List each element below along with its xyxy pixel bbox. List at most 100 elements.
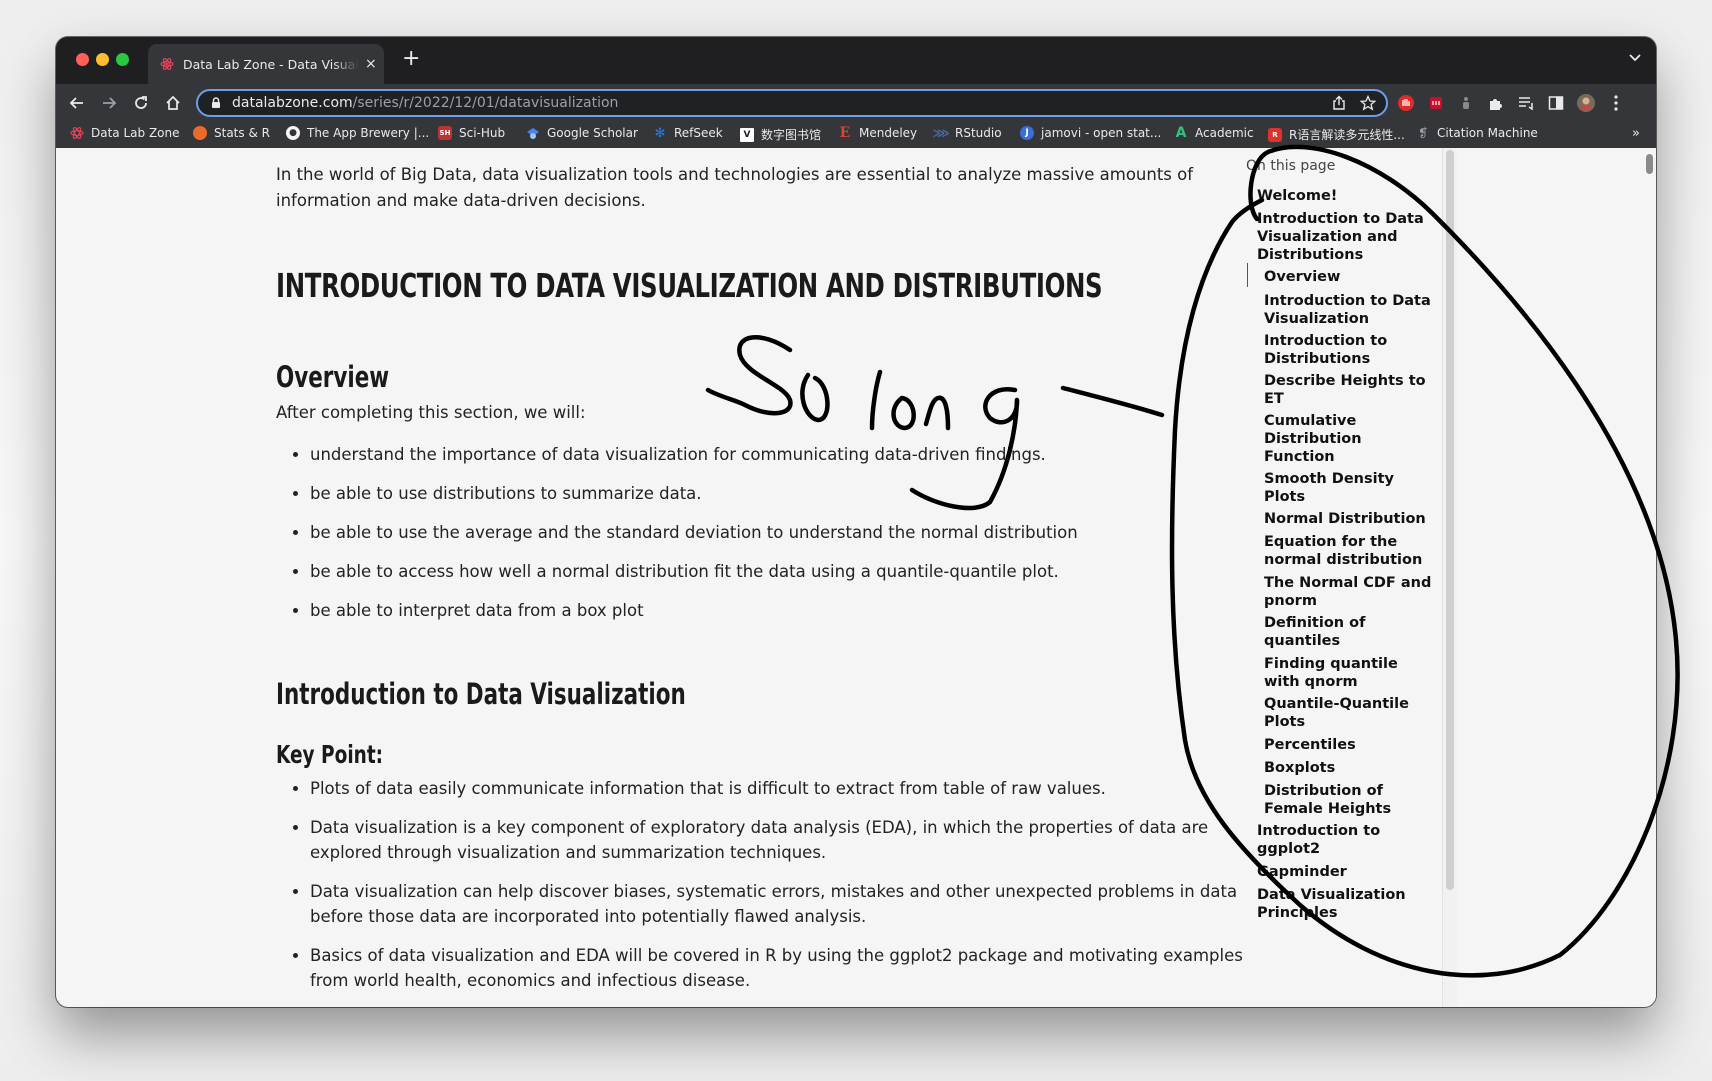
bookmark-stats-r[interactable]: Stats & R bbox=[193, 126, 270, 140]
academic-icon: A bbox=[1175, 125, 1187, 141]
toc-item-ggplot2[interactable]: Introduction to ggplot2 bbox=[1257, 822, 1432, 858]
bookmark-label: 数字图书馆 bbox=[761, 128, 822, 142]
profile-avatar-icon[interactable] bbox=[1576, 93, 1596, 113]
toc-item-quantiles[interactable]: Definition of quantiles bbox=[1264, 614, 1432, 650]
toc-item-normal-equation[interactable]: Equation for the normal distribution bbox=[1264, 533, 1432, 569]
bookmark-label: Citation Machine bbox=[1437, 126, 1538, 140]
toc-item-cdf[interactable]: Cumulative Distribution Function bbox=[1264, 412, 1432, 466]
home-icon bbox=[166, 95, 180, 110]
toc-item-normal-distribution[interactable]: Normal Distribution bbox=[1264, 510, 1432, 528]
bookmark-label: Sci-Hub bbox=[459, 126, 506, 140]
toc-item-intro-dv-distributions[interactable]: Introduction to Data Visualization and D… bbox=[1257, 210, 1432, 264]
overview-heading: Overview bbox=[276, 360, 390, 394]
list-item: be able to interpret data from a box plo… bbox=[310, 598, 1290, 623]
toc-scrollbar[interactable] bbox=[1442, 148, 1457, 1007]
overview-lead: After completing this section, we will: bbox=[276, 403, 586, 422]
scholar-icon bbox=[526, 126, 540, 140]
bookmark-label: RefSeek bbox=[674, 126, 723, 140]
toc-item-heights-et[interactable]: Describe Heights to ET bbox=[1264, 372, 1432, 408]
puzzle-extensions-icon[interactable] bbox=[1486, 93, 1506, 113]
page-title: INTRODUCTION TO DATA VISUALIZATION AND D… bbox=[276, 266, 1103, 305]
bookmark-jamovi[interactable]: J jamovi - open stat... bbox=[1020, 126, 1161, 140]
close-window-button[interactable] bbox=[76, 53, 89, 66]
bookmark-digital-library[interactable]: V 数字图书馆 bbox=[740, 126, 821, 143]
list-item: Basics of data visualization and EDA wil… bbox=[310, 943, 1270, 993]
bookmark-mendeley[interactable]: E Mendeley bbox=[838, 125, 918, 141]
r-icon: R bbox=[1268, 127, 1282, 142]
page-scrollbar[interactable] bbox=[1644, 148, 1656, 1007]
bookmark-label: RStudio bbox=[955, 126, 1002, 140]
close-tab-icon[interactable]: × bbox=[365, 56, 377, 72]
url-host: datalabzone.com bbox=[232, 95, 353, 111]
reading-list-icon[interactable] bbox=[1516, 93, 1536, 113]
toc-item-qq-plots[interactable]: Quantile-Quantile Plots bbox=[1264, 695, 1432, 731]
bookmark-citation-machine[interactable]: ❡ Citation Machine bbox=[1416, 126, 1538, 140]
toc-item-overview[interactable]: Overview bbox=[1264, 268, 1432, 286]
bookmark-label: jamovi - open stat... bbox=[1041, 126, 1162, 140]
toc-item-intro-dv[interactable]: Introduction to Data Visualization bbox=[1264, 292, 1432, 328]
bookmark-label: The App Brewery |... bbox=[307, 126, 430, 140]
reload-button[interactable] bbox=[130, 92, 152, 114]
toc-item-welcome[interactable]: Welcome! bbox=[1257, 187, 1432, 205]
forward-button[interactable] bbox=[98, 92, 120, 114]
bookmark-star-icon[interactable] bbox=[1360, 95, 1376, 111]
bookmark-sci-hub[interactable]: SH Sci-Hub bbox=[438, 126, 505, 140]
bookmark-label: Google Scholar bbox=[547, 126, 638, 140]
toc-item-intro-distributions[interactable]: Introduction to Distributions bbox=[1264, 332, 1432, 368]
tab-active[interactable]: Data Lab Zone - Data Visualization × bbox=[148, 44, 384, 84]
url-path: /series/r/2022/12/01/datavisualization bbox=[352, 95, 619, 111]
side-panel-icon[interactable] bbox=[1546, 93, 1566, 113]
bookmark-rstudio[interactable]: ⋙ RStudio bbox=[932, 126, 1002, 140]
toc-item-percentiles[interactable]: Percentiles bbox=[1264, 736, 1432, 754]
tab-search-chevron-icon[interactable] bbox=[1628, 53, 1642, 63]
list-item: Data visualization can help discover bia… bbox=[310, 879, 1270, 929]
new-tab-button[interactable]: + bbox=[402, 48, 420, 70]
toc-item-normal-cdf[interactable]: The Normal CDF and pnorm bbox=[1264, 574, 1432, 610]
list-item: be able to use distributions to summariz… bbox=[310, 481, 1290, 506]
home-button[interactable] bbox=[162, 92, 184, 114]
toc-item-female-heights[interactable]: Distribution of Female Heights bbox=[1264, 782, 1432, 818]
toc-item-smooth-density[interactable]: Smooth Density Plots bbox=[1264, 470, 1432, 506]
toc-item-qnorm[interactable]: Finding quantile with qnorm bbox=[1264, 655, 1432, 691]
ublock-extension-icon[interactable] bbox=[1426, 93, 1446, 113]
list-item: Data visualization is a key component of… bbox=[310, 815, 1270, 865]
back-button[interactable] bbox=[66, 92, 88, 114]
share-icon[interactable] bbox=[1332, 95, 1346, 111]
toc-item-dv-principles[interactable]: Data Visualization Principles bbox=[1257, 886, 1432, 922]
toc-item-boxplots[interactable]: Boxplots bbox=[1264, 759, 1432, 777]
bookmark-academic[interactable]: A Academic bbox=[1174, 125, 1254, 141]
hand-extension-icon[interactable] bbox=[1396, 93, 1416, 113]
back-arrow-icon bbox=[69, 97, 83, 109]
list-item: understand the importance of data visual… bbox=[310, 442, 1290, 467]
bookmarks-overflow-icon[interactable]: » bbox=[1632, 126, 1640, 141]
forward-arrow-icon bbox=[103, 97, 117, 109]
toc-scrollbar-thumb[interactable] bbox=[1446, 150, 1454, 890]
kebab-menu-icon[interactable] bbox=[1606, 93, 1626, 113]
maximize-window-button[interactable] bbox=[116, 53, 129, 66]
intro-paragraph: In the world of Big Data, data visualiza… bbox=[276, 165, 1194, 210]
bookmark-label: Mendeley bbox=[859, 126, 918, 140]
lock-icon[interactable] bbox=[210, 97, 222, 109]
intro-dv-heading: Introduction to Data Visualization bbox=[276, 677, 686, 711]
bookmark-data-lab-zone[interactable]: Data Lab Zone bbox=[70, 126, 180, 140]
toc-item-gapminder[interactable]: Gapminder bbox=[1257, 863, 1432, 881]
atom-icon bbox=[70, 126, 84, 140]
toc-heading: On this page bbox=[1246, 158, 1336, 174]
v-icon: V bbox=[740, 127, 754, 142]
keypoint-heading: Key Point: bbox=[276, 740, 384, 769]
jamovi-icon: J bbox=[1020, 126, 1034, 140]
address-bar[interactable]: datalabzone.com/series/r/2022/12/01/data… bbox=[196, 89, 1388, 117]
rstudio-icon: ⋙ bbox=[932, 126, 950, 140]
bookmark-app-brewery[interactable]: ● The App Brewery |... bbox=[286, 126, 429, 140]
tagged-extension-icon[interactable] bbox=[1456, 93, 1476, 113]
minimize-window-button[interactable] bbox=[96, 53, 109, 66]
bookmark-r-regression[interactable]: R R语言解读多元线性... bbox=[1268, 126, 1405, 143]
app-brewery-icon: ● bbox=[286, 126, 300, 140]
overview-list: understand the importance of data visual… bbox=[276, 442, 1290, 637]
bookmark-google-scholar[interactable]: Google Scholar bbox=[526, 126, 638, 140]
bookmark-label: R语言解读多元线性... bbox=[1289, 128, 1405, 142]
bookmark-refseek[interactable]: ✻ RefSeek bbox=[653, 126, 723, 141]
reload-icon bbox=[135, 96, 147, 109]
bookmarks-bar: Data Lab Zone Stats & R ● The App Brewer… bbox=[56, 122, 1656, 149]
page-scrollbar-thumb[interactable] bbox=[1646, 154, 1653, 174]
